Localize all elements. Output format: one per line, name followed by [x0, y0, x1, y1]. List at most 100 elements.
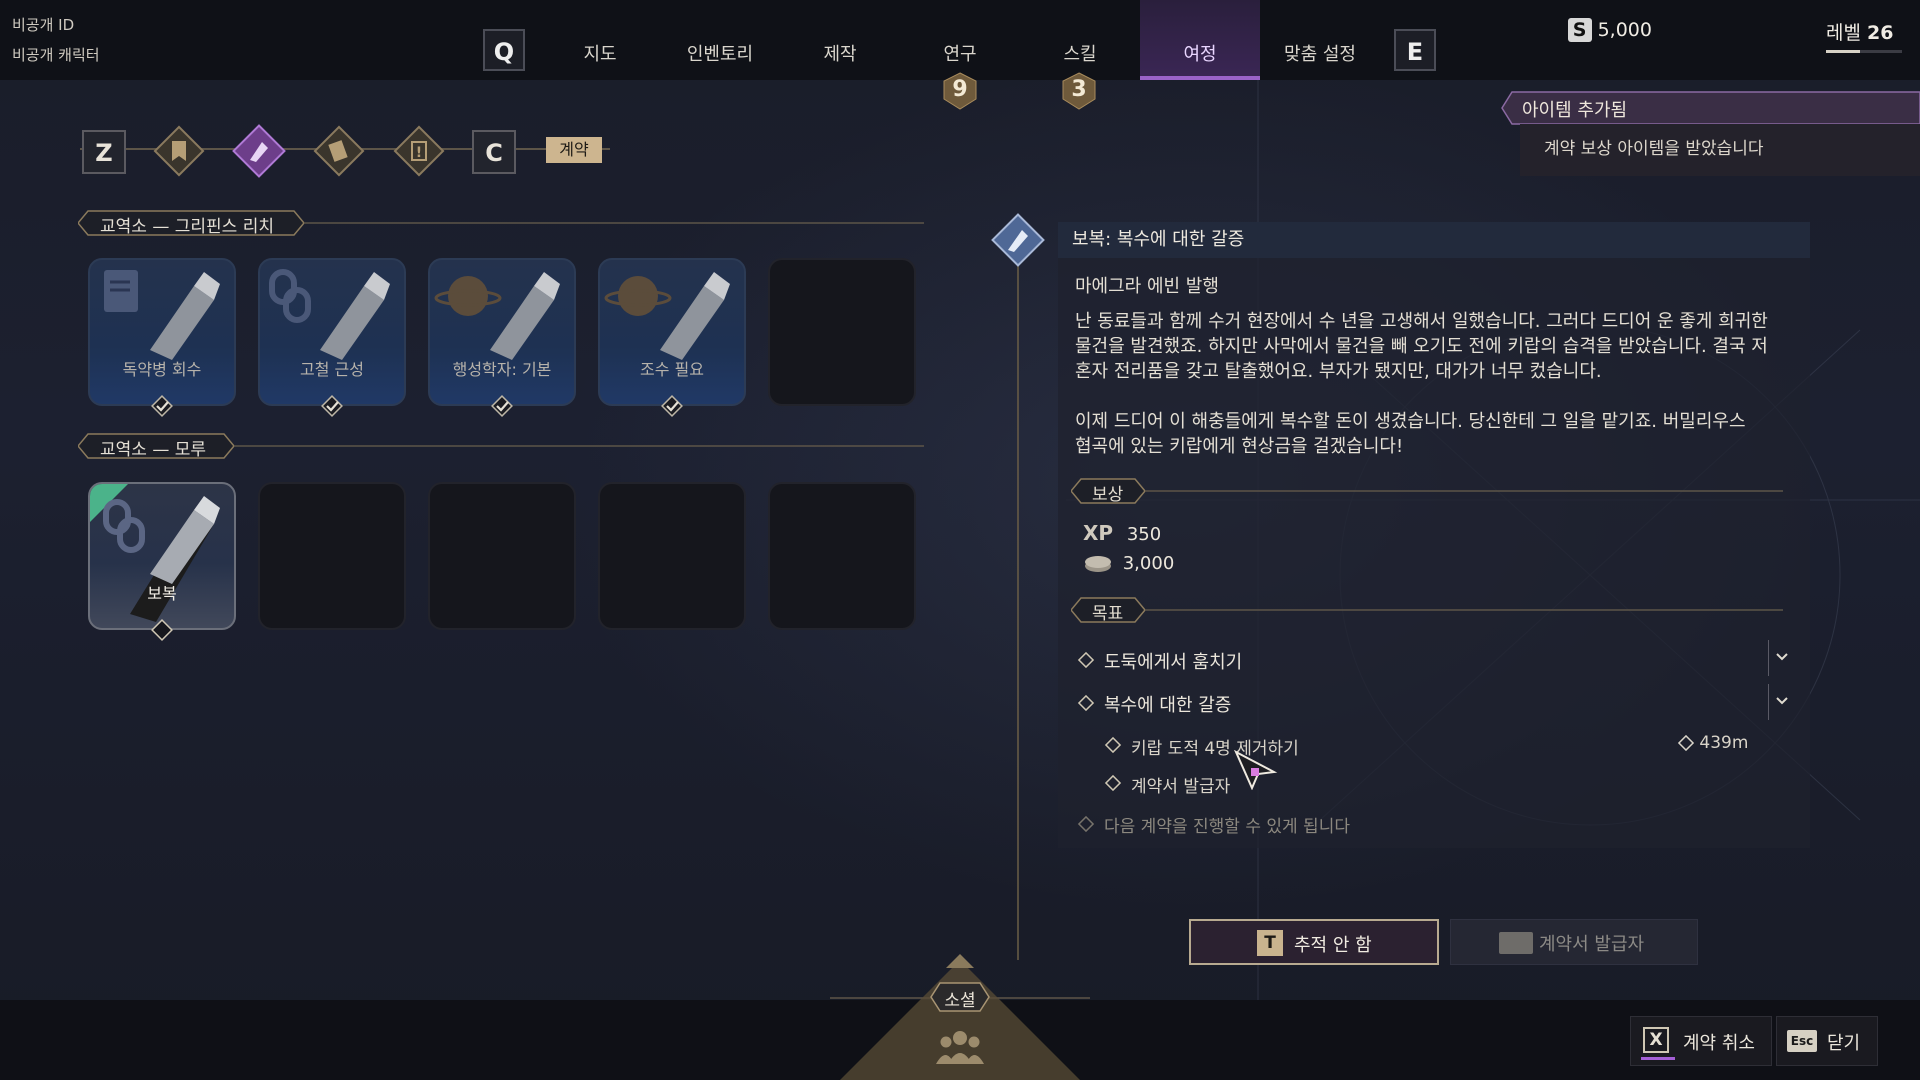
tab-research[interactable]: 연구 [905, 40, 1015, 66]
subtab-prev-key-z[interactable]: Z [82, 130, 126, 174]
research-badge: 9 [943, 72, 977, 110]
next-contract-note: 다음 계약을 진행할 수 있게 됩니다 [1104, 817, 1350, 837]
nav-next-key-e[interactable]: E [1394, 29, 1436, 71]
currency-display: S 5,000 [1567, 18, 1652, 42]
rewards-header-frame [1071, 478, 1783, 504]
card-label: 보복 [147, 584, 177, 603]
description-line-1: 난 동료들과 함께 수거 현장에서 수 년을 고생해서 일했습니다. 그러다 드… [1075, 311, 1768, 332]
level-label: 레벨 [1826, 22, 1861, 44]
issuer-waypoint-button[interactable]: 계약서 발급자 [1450, 919, 1698, 965]
subobjective-diamond-icon [1104, 736, 1122, 754]
space-key-icon [1499, 932, 1533, 954]
subtab-alerts[interactable]: ! [392, 124, 446, 178]
contract-card-poison-vial[interactable]: 독약병 회수 [88, 258, 236, 406]
skills-badge: 3 [1062, 72, 1096, 110]
tab-crafting[interactable]: 제작 [785, 40, 895, 66]
track-key-icon: T [1257, 930, 1283, 956]
tab-customization[interactable]: 맞춤 설정 [1265, 40, 1375, 66]
player-id: 비공개 ID [12, 16, 75, 34]
contract-card-scrap-grit[interactable]: 고철 근성 [258, 258, 406, 406]
coin-stack-icon [1085, 556, 1111, 572]
description-line-4: 이제 드디어 이 해충들에게 복수할 돈이 생겼습니다. 당신한테 그 일을 맡… [1075, 411, 1746, 432]
contract-pen-icon [991, 213, 1045, 267]
next-contract-icon [1077, 815, 1095, 833]
toast-message: 계약 보상 아이템을 받았습니다 [1544, 139, 1764, 159]
description-line-5: 협곡에 있는 키랍에게 현상금을 걸겠습니다! [1075, 436, 1404, 457]
description-line-3: 혼자 전리품을 갖고 탈출했어요. 부자가 됐지만, 대가가 너무 컸습니다. [1075, 361, 1602, 382]
subobjective-diamond-icon [1104, 774, 1122, 792]
card-label: 행성학자: 기본 [452, 360, 552, 379]
planet-icon [604, 272, 730, 360]
tab-map[interactable]: 지도 [545, 40, 655, 66]
section-title-griffins-reach: 교역소 — 그리핀스 리치 [100, 217, 274, 237]
xp-icon: XP [1083, 521, 1114, 545]
subtab-contracts[interactable] [232, 124, 286, 178]
social-tab[interactable]: 소셜 [930, 982, 990, 1012]
tab-skills[interactable]: 스킬 [1025, 40, 1135, 66]
objective-diamond-icon [1077, 651, 1095, 669]
subobjective-contract-issuer[interactable]: 계약서 발급자 [1131, 772, 1230, 797]
objective-expand-icon[interactable] [1768, 640, 1789, 676]
skills-badge-count: 3 [1071, 77, 1087, 102]
objective-steal-from-thieves[interactable]: 도둑에게서 훔치기 [1104, 648, 1242, 674]
chain-link-icon [269, 269, 390, 360]
currency-amount: 5,000 [1597, 19, 1652, 41]
waypoint-distance-value: 439m [1699, 733, 1749, 753]
waypoint-distance: 439m [1677, 733, 1749, 753]
rewards-label: 보상 [1092, 485, 1124, 505]
tab-journey[interactable]: 여정 [1145, 40, 1255, 66]
close-label: 닫기 [1827, 1033, 1861, 1054]
esc-key-icon: Esc [1787, 1030, 1817, 1052]
nav-prev-key-q[interactable]: Q [483, 29, 525, 71]
level-progress-fill [1826, 50, 1861, 53]
active-subtab-label: 계약 [546, 137, 602, 163]
svg-text:!: ! [416, 145, 422, 161]
contract-card-empty [768, 258, 916, 406]
contract-card-empty [428, 482, 576, 630]
subtab-next-key-c[interactable]: C [472, 130, 516, 174]
character-name: 비공개 캐릭터 [12, 46, 100, 64]
track-toggle-button[interactable]: T 추적 안 함 [1189, 919, 1439, 965]
mouse-cursor-icon [1234, 750, 1278, 790]
contract-card-retaliation[interactable]: 보복 [88, 482, 236, 630]
credit-reward: 3,000 [1083, 553, 1174, 574]
xp-amount: 350 [1126, 524, 1162, 545]
item-added-toast: 아이템 추가됨 계약 보상 아이템을 받았습니다 [1500, 88, 1920, 176]
planet-icon [434, 272, 560, 360]
group-icon [936, 1031, 984, 1064]
card-label: 고철 근성 [300, 360, 364, 379]
close-button[interactable]: Esc 닫기 [1776, 1016, 1878, 1066]
objective-thirst-for-revenge[interactable]: 복수에 대한 갈증 [1104, 691, 1231, 717]
card-label: 독약병 회수 [122, 360, 202, 379]
objective-diamond-icon [1077, 694, 1095, 712]
waypoint-icon [1677, 734, 1695, 752]
top-bar: 비공개 ID 비공개 캐릭터 Q 지도 인벤토리 제작 연구 스킬 여정 맞춤 … [0, 0, 1920, 80]
cancel-hold-indicator [1641, 1057, 1675, 1060]
contract-card-empty [598, 482, 746, 630]
subtab-journal[interactable] [312, 124, 366, 178]
contract-title: 보복: 복수에 대한 갈증 [1072, 229, 1245, 250]
chain-link-icon [90, 484, 220, 622]
xp-reward: XP 350 [1083, 521, 1161, 545]
selected-marker-icon [151, 619, 173, 641]
cancel-label: 계약 취소 [1683, 1033, 1755, 1054]
cancel-key-icon: X [1643, 1027, 1669, 1053]
currency-icon: S [1567, 18, 1592, 42]
contract-card-empty [768, 482, 916, 630]
completed-check-icon [321, 395, 343, 417]
credit-amount: 3,000 [1122, 553, 1175, 574]
contract-card-planetologist[interactable]: 행성학자: 기본 [428, 258, 576, 406]
section-title-anvil: 교역소 — 모루 [100, 440, 207, 460]
subtab-bookmark[interactable] [152, 124, 206, 178]
level-progress-bar [1826, 50, 1902, 53]
research-badge-count: 9 [952, 77, 968, 102]
cancel-contract-button[interactable]: X 계약 취소 [1630, 1016, 1772, 1066]
player-level: 레벨 26 [1826, 18, 1893, 45]
level-value: 26 [1867, 22, 1894, 44]
toast-title: 아이템 추가됨 [1522, 100, 1628, 121]
track-label: 추적 안 함 [1294, 935, 1372, 956]
objective-expand-icon[interactable] [1768, 684, 1789, 720]
contract-card-empty [258, 482, 406, 630]
contract-card-assistant-needed[interactable]: 조수 필요 [598, 258, 746, 406]
tab-inventory[interactable]: 인벤토리 [665, 40, 775, 66]
